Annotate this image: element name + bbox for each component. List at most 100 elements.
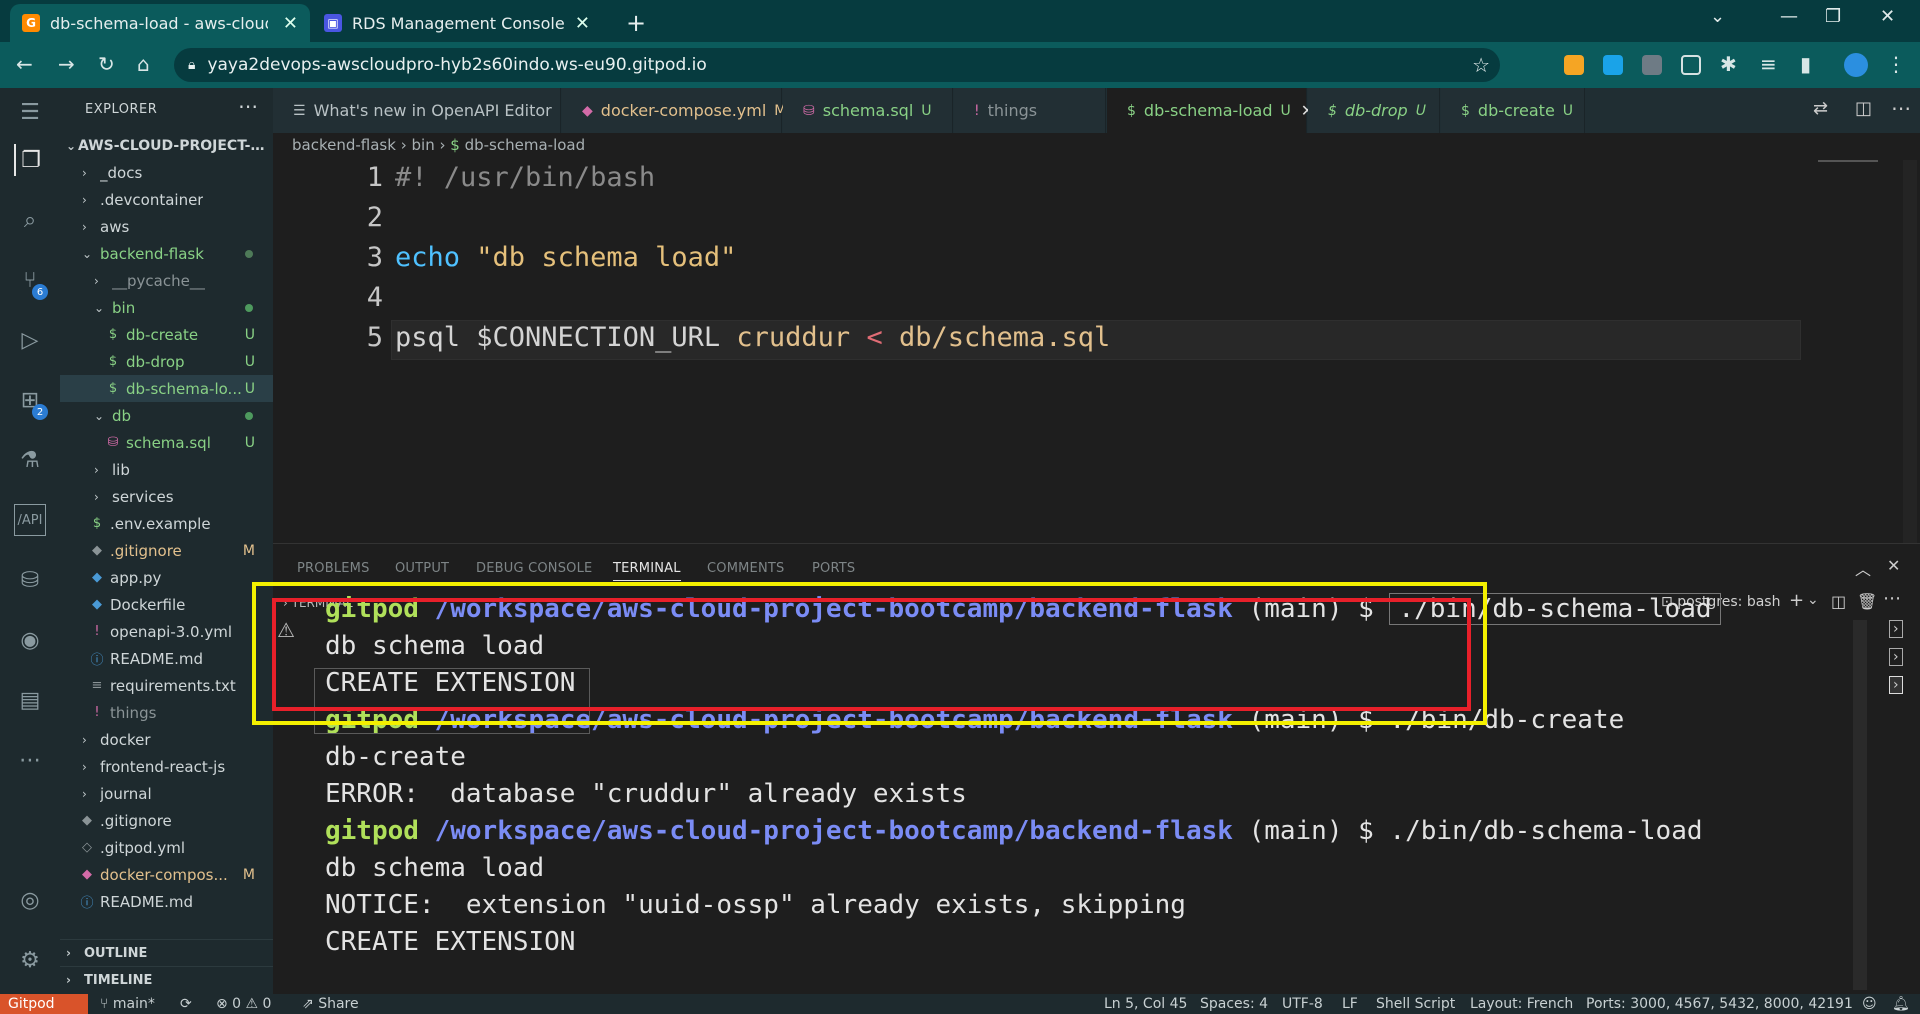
tree-item[interactable]: ! openapi-3.0.yml	[60, 618, 273, 645]
tree-item[interactable]: › services	[60, 483, 273, 510]
tab-db-drop[interactable]: $ db-drop U	[1308, 88, 1440, 133]
compare-changes-icon[interactable]: ⇄	[1813, 98, 1828, 119]
tab-problems[interactable]: PROBLEMS	[297, 561, 370, 576]
tree-item[interactable]: ≡ requirements.txt	[60, 672, 273, 699]
reading-list-icon[interactable]: ≡	[1760, 52, 1777, 76]
reload-icon[interactable]: ↻	[98, 52, 115, 76]
close-tab-icon[interactable]: ✕	[283, 13, 298, 34]
tab-terminal[interactable]: TERMINAL	[613, 561, 681, 581]
line-ending[interactable]: LF	[1342, 996, 1358, 1012]
terminal-tab-icon[interactable]: ›	[1889, 620, 1903, 638]
accounts-icon[interactable]: ◎	[14, 884, 46, 916]
tree-item[interactable]: ◆ Dockerfile	[60, 591, 273, 618]
tree-item[interactable]: › .devcontainer	[60, 186, 273, 213]
tree-item[interactable]: ⌄ bin	[60, 294, 273, 321]
code-editor[interactable]: 1 2 3 4 5 #! /usr/bin/bash echo "db sche…	[273, 160, 1920, 543]
share-button[interactable]: ⇗ Share	[302, 996, 359, 1012]
tab-schema-sql[interactable]: ⛁ schema.sql U	[783, 88, 953, 133]
close-tab-icon[interactable]: ✕	[575, 13, 590, 34]
home-icon[interactable]: ⌂	[137, 52, 150, 76]
tree-item[interactable]: ◇ .gitpod.yml	[60, 834, 273, 861]
feedback-icon[interactable]: ☺	[1862, 996, 1877, 1012]
menu-icon[interactable]: ☰	[14, 96, 46, 128]
bookmark-star-icon[interactable]: ☆	[1472, 53, 1490, 77]
tab-comments[interactable]: COMMENTS	[707, 561, 784, 576]
new-tab-button[interactable]: +	[614, 4, 658, 42]
minimize-icon[interactable]: —	[1780, 6, 1798, 27]
split-terminal-icon[interactable]: ◫	[1831, 592, 1846, 611]
tree-item[interactable]: › __pycache__	[60, 267, 273, 294]
search-icon[interactable]: ⌕	[14, 204, 46, 236]
address-bar[interactable]: 🔒︎ yaya2devops-awscloudpro-hyb2s60indo.w…	[174, 48, 1500, 82]
tab-db-create[interactable]: $ db-create U	[1441, 88, 1585, 133]
browser-tab-gitpod[interactable]: G db-schema-load - aws-cloud-project ✕	[10, 4, 310, 42]
extension-icon[interactable]	[1642, 55, 1662, 75]
problems-indicator[interactable]: ⊗ 0 ⚠ 0	[216, 996, 271, 1012]
settings-gear-icon[interactable]: ⚙	[14, 944, 46, 976]
tab-whats-new[interactable]: ☰ What's new in OpenAPI Editor	[273, 88, 561, 133]
cursor-position[interactable]: Ln 5, Col 45	[1104, 996, 1187, 1012]
tab-search-icon[interactable]: ⌄	[1710, 6, 1725, 27]
explorer-icon[interactable]: ❐	[14, 144, 46, 176]
close-panel-icon[interactable]: ✕	[1887, 556, 1900, 575]
tree-item[interactable]: › frontend-react-js	[60, 753, 273, 780]
tree-item[interactable]: ⌄ db	[60, 402, 273, 429]
more-actions-icon[interactable]: ⋯	[1891, 96, 1911, 120]
terminal-tab-icon[interactable]: ›	[1889, 648, 1903, 666]
workspace-root[interactable]: ⌄ AWS-CLOUD-PROJECT-BO...	[60, 132, 273, 159]
browser-menu-icon[interactable]: ⋮	[1886, 52, 1906, 76]
tree-item[interactable]: ◆ docker-compos... M	[60, 861, 273, 888]
keyboard-layout[interactable]: Layout: French	[1470, 996, 1573, 1012]
chevron-down-icon[interactable]: ⌄	[1807, 592, 1819, 608]
minimap[interactable]	[1818, 160, 1878, 176]
more-actions-icon[interactable]: ⋯	[1883, 588, 1901, 609]
more-icon[interactable]: ⋯	[14, 744, 46, 776]
tab-output[interactable]: OUTPUT	[395, 561, 449, 576]
tree-item[interactable]: $ db-drop U	[60, 348, 273, 375]
tab-db-schema-load[interactable]: $db-schema-loadU✕	[1107, 88, 1314, 133]
outline-section[interactable]: › OUTLINE	[60, 939, 273, 966]
tree-item[interactable]: ⓘ README.md	[60, 888, 273, 915]
tree-item[interactable]: ◆ app.py	[60, 564, 273, 591]
notifications-bell-icon[interactable]: 🔔︎	[1892, 996, 1910, 1012]
tree-item[interactable]: $ db-create U	[60, 321, 273, 348]
screenshot-extension-icon[interactable]	[1681, 55, 1701, 75]
back-icon[interactable]: ←	[16, 52, 33, 76]
editor-scrollbar[interactable]	[1903, 160, 1917, 543]
tree-item[interactable]: › lib	[60, 456, 273, 483]
breadcrumb-item[interactable]: backend-flask	[292, 136, 396, 154]
tree-item[interactable]: ⛁ schema.sql U	[60, 429, 273, 456]
gitpod-remote-indicator[interactable]: Gitpod	[0, 994, 88, 1014]
github-icon[interactable]: ◉	[14, 624, 46, 656]
tree-item[interactable]: ⌄ backend-flask	[60, 240, 273, 267]
ports-indicator[interactable]: Ports: 3000, 4567, 5432, 8000, 42191	[1586, 996, 1853, 1012]
tree-item[interactable]: $ .env.example	[60, 510, 273, 537]
language-mode[interactable]: Shell Script	[1376, 996, 1455, 1012]
tree-item[interactable]: ⓘ README.md	[60, 645, 273, 672]
browser-tab-rds[interactable]: ▣ RDS Management Console ✕	[312, 4, 602, 42]
tree-item[interactable]: › journal	[60, 780, 273, 807]
tree-item[interactable]: ◆ .gitignore	[60, 807, 273, 834]
tree-item-selected[interactable]: $ db-schema-lo... U	[60, 375, 273, 402]
tab-debug-console[interactable]: DEBUG CONSOLE	[476, 561, 592, 576]
docker-icon[interactable]: ▤	[14, 684, 46, 716]
extension-icon[interactable]	[1603, 55, 1623, 75]
terminal-tab-icon[interactable]: ›	[1889, 676, 1903, 694]
extensions-puzzle-icon[interactable]: ✱	[1720, 52, 1737, 76]
timeline-section[interactable]: › TIMELINE	[60, 966, 273, 993]
tree-item[interactable]: › docker	[60, 726, 273, 753]
profile-avatar[interactable]	[1844, 53, 1868, 77]
encoding[interactable]: UTF-8	[1282, 996, 1323, 1012]
branch-indicator[interactable]: ⑂ main*	[100, 996, 155, 1012]
new-terminal-icon[interactable]: +	[1789, 590, 1804, 611]
split-editor-icon[interactable]: ◫	[1855, 98, 1872, 119]
more-actions-icon[interactable]: ⋯	[238, 94, 258, 118]
indentation[interactable]: Spaces: 4	[1200, 996, 1268, 1012]
tree-item[interactable]: ◆ .gitignore M	[60, 537, 273, 564]
breadcrumb-item[interactable]: db-schema-load	[465, 136, 586, 154]
tree-item[interactable]: ! things	[60, 699, 273, 726]
tree-item[interactable]: › aws	[60, 213, 273, 240]
tab-things[interactable]: ! things	[954, 88, 1106, 133]
testing-icon[interactable]: ⚗	[14, 444, 46, 476]
run-debug-icon[interactable]: ▷	[14, 324, 46, 356]
